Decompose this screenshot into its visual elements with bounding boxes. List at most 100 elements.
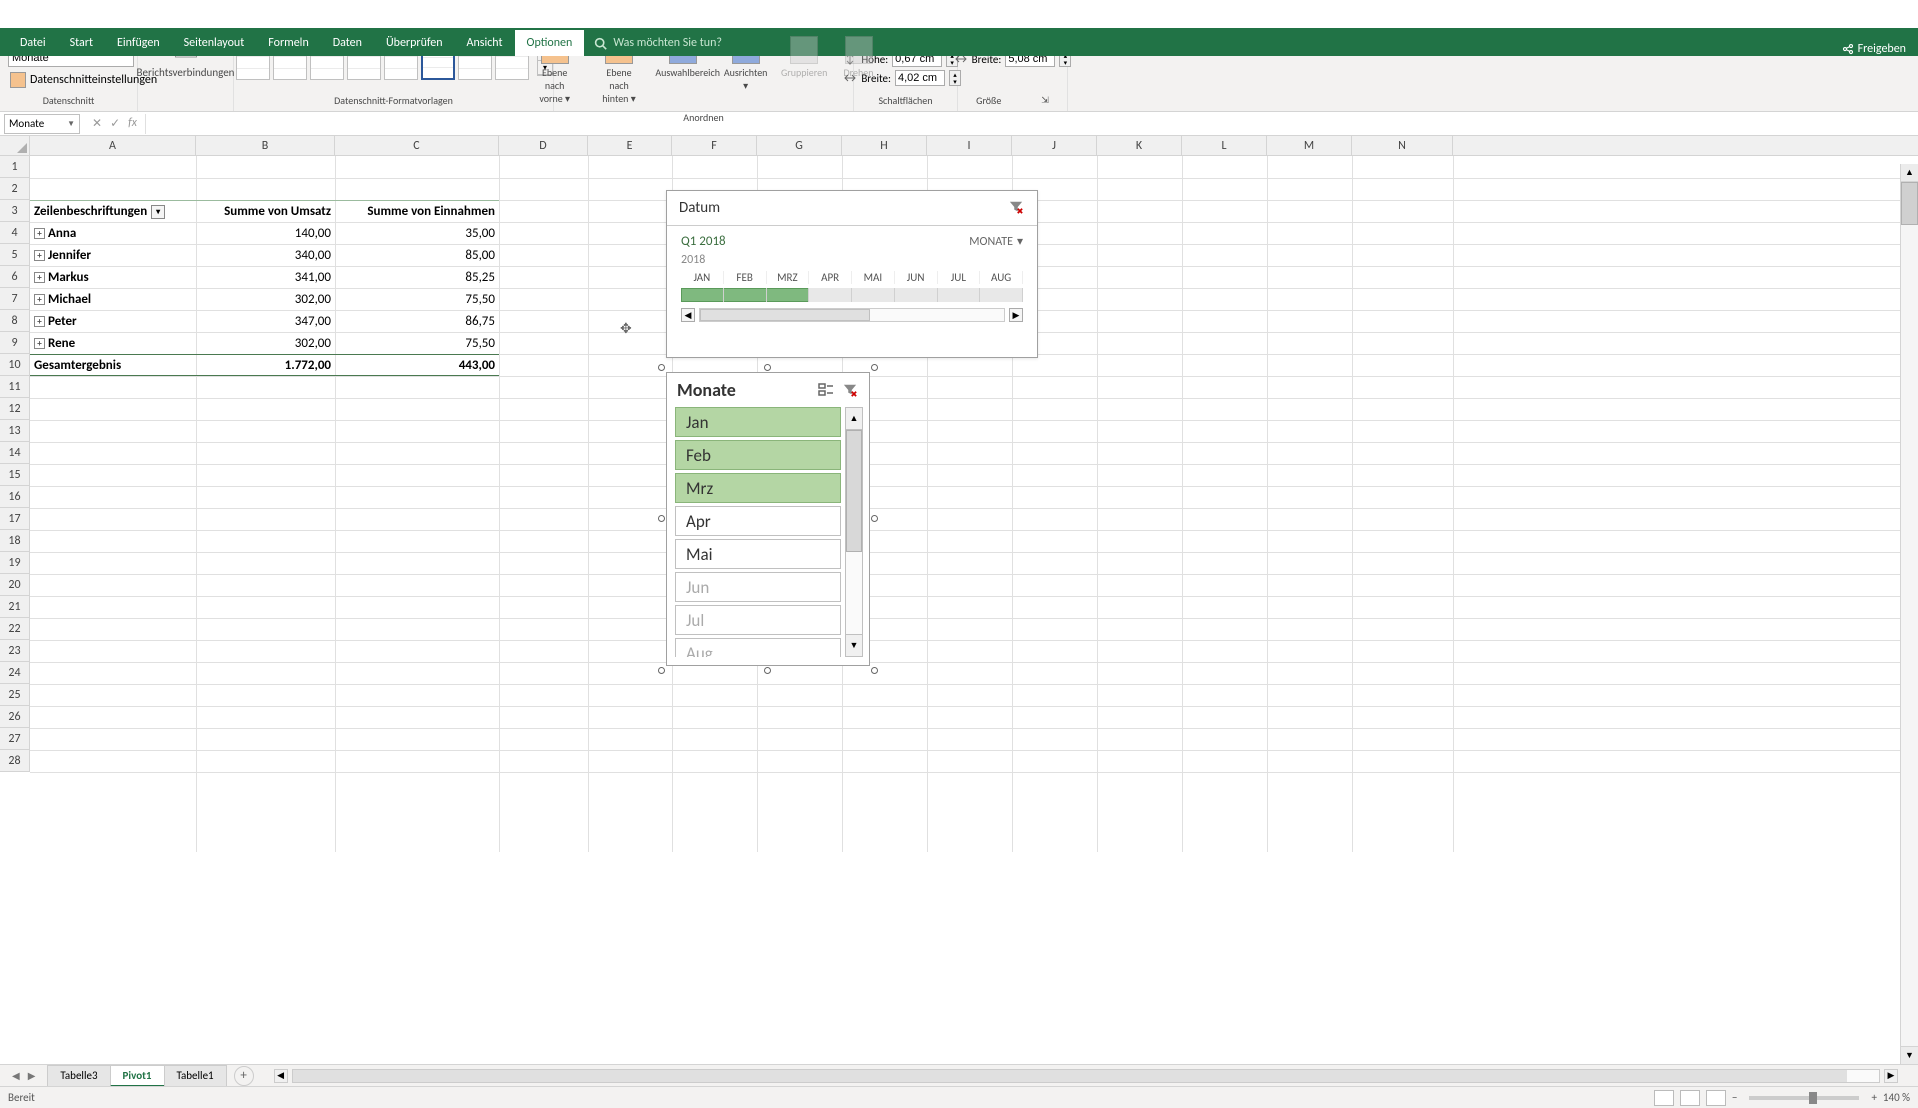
expand-button[interactable]: + [34,338,45,349]
zoom-out-button[interactable]: − [1732,1091,1737,1104]
pivot-row-peter[interactable]: +Peter [30,310,196,332]
slicer-item-jan[interactable]: Jan [675,407,841,437]
row-header-26[interactable]: 26 [0,706,29,728]
tab-daten[interactable]: Daten [321,30,374,56]
view-page-break-button[interactable] [1706,1090,1726,1106]
row-header-25[interactable]: 25 [0,684,29,706]
slicer-item-aug[interactable]: Aug [675,638,841,657]
row-header-14[interactable]: 14 [0,442,29,464]
sheet-tab-pivot1[interactable]: Pivot1 [110,1065,165,1087]
resize-handle-ne[interactable] [871,364,878,371]
cancel-icon[interactable]: ✕ [92,116,102,131]
resize-handle-se[interactable] [871,667,878,674]
col-header-K[interactable]: K [1097,136,1182,155]
pivot-row-markus[interactable]: +Markus [30,266,196,288]
expand-button[interactable]: + [34,294,45,305]
tab-ansicht[interactable]: Ansicht [455,30,515,56]
row-header-10[interactable]: 10 [0,354,29,376]
row-header-7[interactable]: 7 [0,288,29,310]
sheet-tab-tabelle1[interactable]: Tabelle1 [164,1065,227,1087]
row-header-5[interactable]: 5 [0,244,29,266]
tab-überprüfen[interactable]: Überprüfen [374,30,455,56]
hscroll-right[interactable]: ▶ [1884,1069,1898,1083]
pivot-row-jennifer[interactable]: +Jennifer [30,244,196,266]
col-header-F[interactable]: F [672,136,757,155]
resize-handle-e[interactable] [871,515,878,522]
row-header-6[interactable]: 6 [0,266,29,288]
view-page-layout-button[interactable] [1680,1090,1700,1106]
expand-button[interactable]: + [34,228,45,239]
slicer-clear-filter-icon[interactable] [841,381,859,399]
timeline-level-dropdown[interactable]: MONATE ▾ [969,234,1023,249]
tab-formeln[interactable]: Formeln [256,30,320,56]
slicer-item-mai[interactable]: Mai [675,539,841,569]
col-header-H[interactable]: H [842,136,927,155]
zoom-slider[interactable] [1749,1096,1859,1100]
row-header-1[interactable]: 1 [0,156,29,178]
row-header-15[interactable]: 15 [0,464,29,486]
resize-handle-nw[interactable] [658,364,665,371]
row-header-18[interactable]: 18 [0,530,29,552]
expand-button[interactable]: + [34,272,45,283]
spreadsheet-grid[interactable]: ABCDEFGHIJKLMN 1234567891011121314151617… [0,136,1918,852]
col-header-J[interactable]: J [1012,136,1097,155]
tab-einfügen[interactable]: Einfügen [105,30,172,56]
col-header-G[interactable]: G [757,136,842,155]
tell-me-search[interactable]: Was möchten Sie tun? [588,30,728,56]
view-normal-button[interactable] [1654,1090,1674,1106]
row-header-21[interactable]: 21 [0,596,29,618]
col-header-D[interactable]: D [499,136,588,155]
pivot-row-anna[interactable]: +Anna [30,222,196,244]
timeline-bar[interactable] [681,288,1023,302]
row-header-19[interactable]: 19 [0,552,29,574]
row-header-9[interactable]: 9 [0,332,29,354]
tab-datei[interactable]: Datei [8,30,58,56]
timeline-scrollbar[interactable] [699,308,1005,322]
sheet-nav[interactable]: ◀▶ [0,1069,47,1082]
row-header-23[interactable]: 23 [0,640,29,662]
expand-button[interactable]: + [34,316,45,327]
slicer-item-jul[interactable]: Jul [675,605,841,635]
slicer-scrollbar[interactable]: ▲ ▼ [845,407,863,657]
resize-handle-n[interactable] [764,364,771,371]
resize-handle-sw[interactable] [658,667,665,674]
slicer-item-apr[interactable]: Apr [675,506,841,536]
btn-width-input[interactable] [895,70,945,86]
pivot-row-rene[interactable]: +Rene [30,332,196,354]
pivot-filter-button[interactable]: ▾ [151,205,165,219]
timeline-datum[interactable]: Datum Q1 2018 MONATE ▾ 2018 JANFEBMRZAPR… [666,190,1038,358]
resize-handle-w[interactable] [658,515,665,522]
row-header-13[interactable]: 13 [0,420,29,442]
share-button[interactable]: Freigeben [1842,42,1906,56]
col-header-B[interactable]: B [196,136,335,155]
name-box[interactable]: Monate▼ [4,114,80,134]
row-header-20[interactable]: 20 [0,574,29,596]
timeline-scroll-left[interactable]: ◀ [681,308,695,322]
slicer-item-feb[interactable]: Feb [675,440,841,470]
slicer-item-mrz[interactable]: Mrz [675,473,841,503]
slicer-scroll-up[interactable]: ▲ [846,408,862,430]
col-header-N[interactable]: N [1352,136,1453,155]
tab-optionen[interactable]: Optionen [515,30,585,56]
zoom-in-button[interactable]: + [1871,1091,1876,1104]
hscroll-left[interactable]: ◀ [274,1069,288,1083]
expand-button[interactable]: + [34,250,45,261]
col-header-A[interactable]: A [30,136,196,155]
col-header-I[interactable]: I [927,136,1012,155]
slicer-item-jun[interactable]: Jun [675,572,841,602]
row-header-3[interactable]: 3 [0,200,29,222]
sheet-tab-tabelle3[interactable]: Tabelle3 [47,1065,110,1087]
row-header-22[interactable]: 22 [0,618,29,640]
col-header-M[interactable]: M [1267,136,1352,155]
row-header-8[interactable]: 8 [0,310,29,332]
tab-start[interactable]: Start [58,30,105,56]
row-header-24[interactable]: 24 [0,662,29,684]
add-sheet-button[interactable]: + [234,1066,254,1086]
row-header-4[interactable]: 4 [0,222,29,244]
row-header-28[interactable]: 28 [0,750,29,772]
timeline-scroll-right[interactable]: ▶ [1009,308,1023,322]
slicer-scroll-down[interactable]: ▼ [846,634,862,656]
col-header-E[interactable]: E [588,136,672,155]
timeline-clear-filter-icon[interactable] [1009,200,1025,216]
slicer-multiselect-icon[interactable] [817,381,835,399]
